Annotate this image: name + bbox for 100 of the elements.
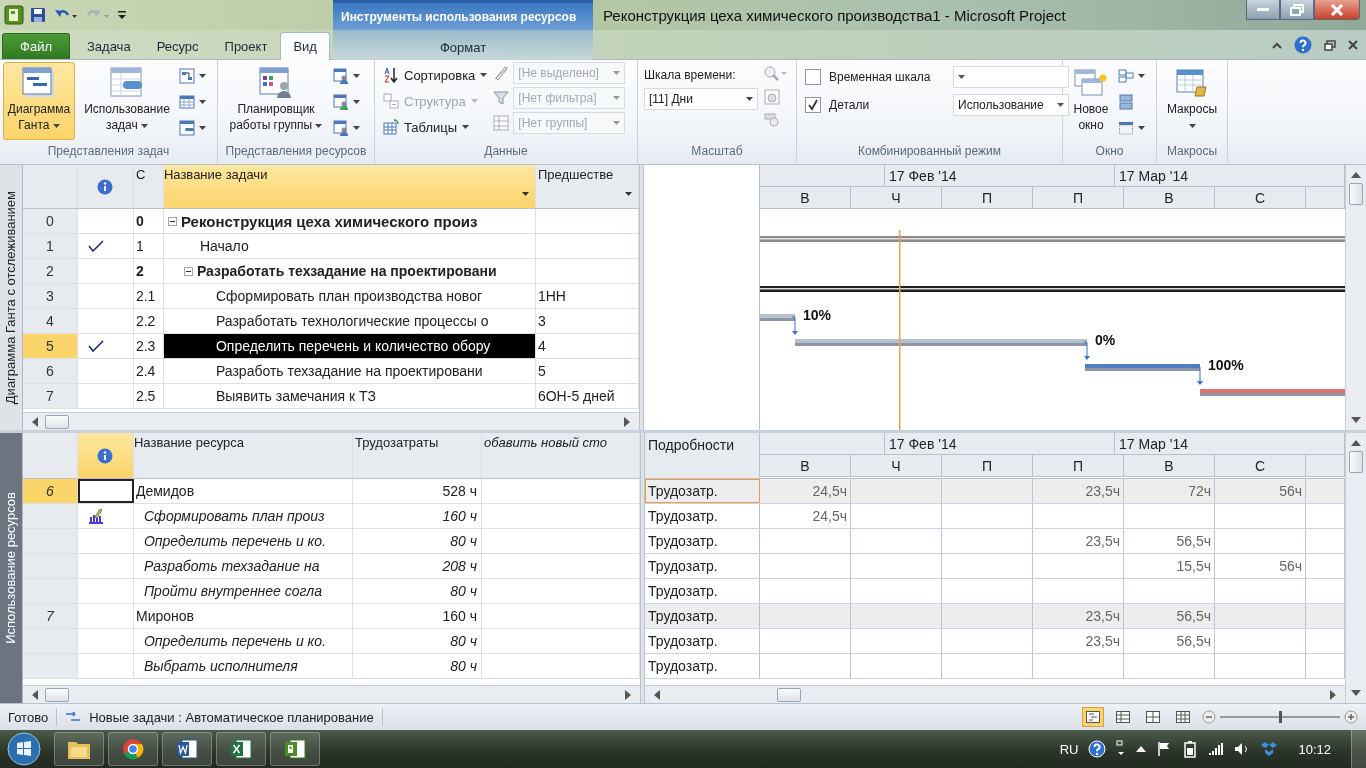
- scroll-up-icon[interactable]: [1351, 171, 1361, 179]
- command-button[interactable]: Таблицы: [383, 117, 488, 137]
- collapse-icon[interactable]: [167, 216, 177, 226]
- row-number[interactable]: 4: [22, 309, 78, 333]
- ribbon-tab[interactable]: Задача: [74, 33, 144, 59]
- row-number[interactable]: 1: [22, 234, 78, 258]
- view-dropdown-button[interactable]: [333, 92, 360, 112]
- taskbar-app-button[interactable]: [162, 732, 212, 766]
- scroll-right-icon[interactable]: [1329, 689, 1337, 700]
- timescale-label: В: [1124, 455, 1215, 476]
- battery-icon[interactable]: [1182, 740, 1199, 758]
- column-header[interactable]: С: [133, 165, 164, 208]
- detail-label: Трудозатр.: [645, 579, 760, 603]
- row-number[interactable]: 6: [22, 479, 78, 503]
- view-dropdown-button[interactable]: [179, 118, 206, 138]
- scroll-right-icon[interactable]: [624, 689, 632, 700]
- minimize-button[interactable]: [1246, 0, 1280, 20]
- collapse-icon[interactable]: [183, 266, 193, 276]
- save-button[interactable]: [28, 5, 48, 25]
- checkbox[interactable]: [805, 97, 821, 113]
- timescale-label: В: [1124, 187, 1215, 208]
- close-icon[interactable]: [1348, 40, 1358, 50]
- scroll-right-icon[interactable]: [623, 416, 631, 427]
- command-button[interactable]: Сортировка: [383, 65, 488, 85]
- scroll-left-icon[interactable]: [30, 416, 39, 427]
- column-header: Подробности: [645, 433, 760, 478]
- scrollbar-thumb[interactable]: [44, 414, 69, 429]
- view-button[interactable]: Диаграмма Ганта: [3, 62, 75, 140]
- view-dropdown-button[interactable]: [179, 66, 206, 86]
- checkbox[interactable]: [805, 69, 821, 85]
- scrollbar-thumb[interactable]: [44, 687, 69, 702]
- help-icon[interactable]: [1088, 740, 1107, 758]
- new-window-button[interactable]: Новое окно: [1066, 62, 1116, 140]
- scroll-left-icon[interactable]: [653, 689, 661, 700]
- scroll-left-icon[interactable]: [30, 689, 39, 700]
- scroll-up-icon[interactable]: [1351, 439, 1361, 447]
- progress-label: 10%: [803, 307, 832, 323]
- view-dropdown[interactable]: Использование: [953, 94, 1069, 116]
- row-number[interactable]: 2: [22, 259, 78, 283]
- row-number[interactable]: 7: [22, 604, 78, 628]
- zoom-out-icon[interactable]: [1202, 710, 1216, 724]
- row-number[interactable]: 7: [22, 384, 78, 408]
- taskbar-app-button[interactable]: [270, 732, 320, 766]
- row-number[interactable]: 3: [22, 284, 78, 308]
- macro-sheet-icon: [1175, 67, 1209, 99]
- collapse-ribbon-icon[interactable]: [1272, 41, 1282, 49]
- caret-icon: [1138, 126, 1145, 130]
- windows-icon: [1118, 69, 1134, 83]
- group-label: Макросы: [1166, 144, 1218, 160]
- view-dropdown-button[interactable]: [179, 92, 206, 112]
- view-dropdown-button[interactable]: [333, 118, 360, 138]
- column-header[interactable]: Трудозатраты: [352, 433, 482, 478]
- checkmark-icon: [87, 340, 104, 352]
- view-shortcut-button[interactable]: [1082, 707, 1104, 727]
- stacked-windows-icon: [1118, 94, 1134, 110]
- caret-icon: [353, 100, 360, 104]
- slider-thumb[interactable]: [1279, 711, 1282, 723]
- view-dropdown-button[interactable]: [333, 66, 360, 86]
- row-number[interactable]: 6: [22, 359, 78, 383]
- taskbar-app-button[interactable]: [54, 732, 104, 766]
- language-indicator[interactable]: RU: [1059, 741, 1079, 757]
- resource-name-cell: Определить перечень и ко.: [133, 529, 353, 553]
- signal-icon[interactable]: [1208, 742, 1225, 756]
- view-button[interactable]: Использование задач: [77, 62, 177, 140]
- customize-toolbar-button[interactable]: [116, 8, 128, 22]
- scrollbar-thumb[interactable]: [1349, 183, 1363, 205]
- scroll-down-icon[interactable]: [1351, 689, 1361, 697]
- caret-icon: [1188, 123, 1196, 128]
- scrollbar-thumb[interactable]: [1349, 451, 1363, 473]
- clock: 10:12: [1297, 741, 1332, 757]
- open-box-icon[interactable]: [1260, 741, 1279, 757]
- start-button[interactable]: [4, 731, 44, 767]
- taskbar-app-button[interactable]: [108, 732, 158, 766]
- macros-button[interactable]: Макросы: [1160, 62, 1224, 140]
- summary-bar[interactable]: [760, 286, 1345, 292]
- minimize-icon: [1257, 7, 1269, 12]
- scroll-down-icon[interactable]: [1351, 416, 1361, 424]
- close-button[interactable]: [1314, 0, 1360, 20]
- scrollbar-thumb[interactable]: [777, 687, 801, 702]
- view-button[interactable]: Планировщик работы группы: [221, 62, 331, 140]
- timescale-dropdown[interactable]: [11] Дни: [644, 88, 758, 110]
- row-number[interactable]: 0: [22, 209, 78, 233]
- restore-icon[interactable]: [1324, 39, 1336, 51]
- ribbon-tab[interactable]: Вид: [280, 32, 330, 60]
- switch-windows-button[interactable]: [1118, 66, 1145, 86]
- table-cell: 80 ч: [352, 654, 482, 678]
- ribbon-tab[interactable]: Ресурс: [143, 33, 212, 59]
- show-desktop-button[interactable]: [1351, 730, 1366, 768]
- row-number[interactable]: 5: [22, 334, 78, 358]
- show-hidden-icons-icon[interactable]: [1136, 745, 1147, 753]
- task-mode-status[interactable]: Новые задачи : Автоматическое планирование: [89, 709, 374, 725]
- zoom-in-icon[interactable]: [1344, 710, 1358, 724]
- taskbar-app-button[interactable]: [216, 732, 266, 766]
- column-header[interactable]: Название задачи: [163, 165, 536, 208]
- group-label: Масштаб: [690, 144, 744, 160]
- window-bar-icon: [179, 120, 195, 136]
- file-tab[interactable]: Файл: [2, 33, 70, 59]
- restore-button[interactable]: [1280, 0, 1314, 20]
- column-header[interactable]: Название ресурса: [133, 433, 353, 478]
- ribbon-tab[interactable]: Проект: [211, 33, 281, 59]
